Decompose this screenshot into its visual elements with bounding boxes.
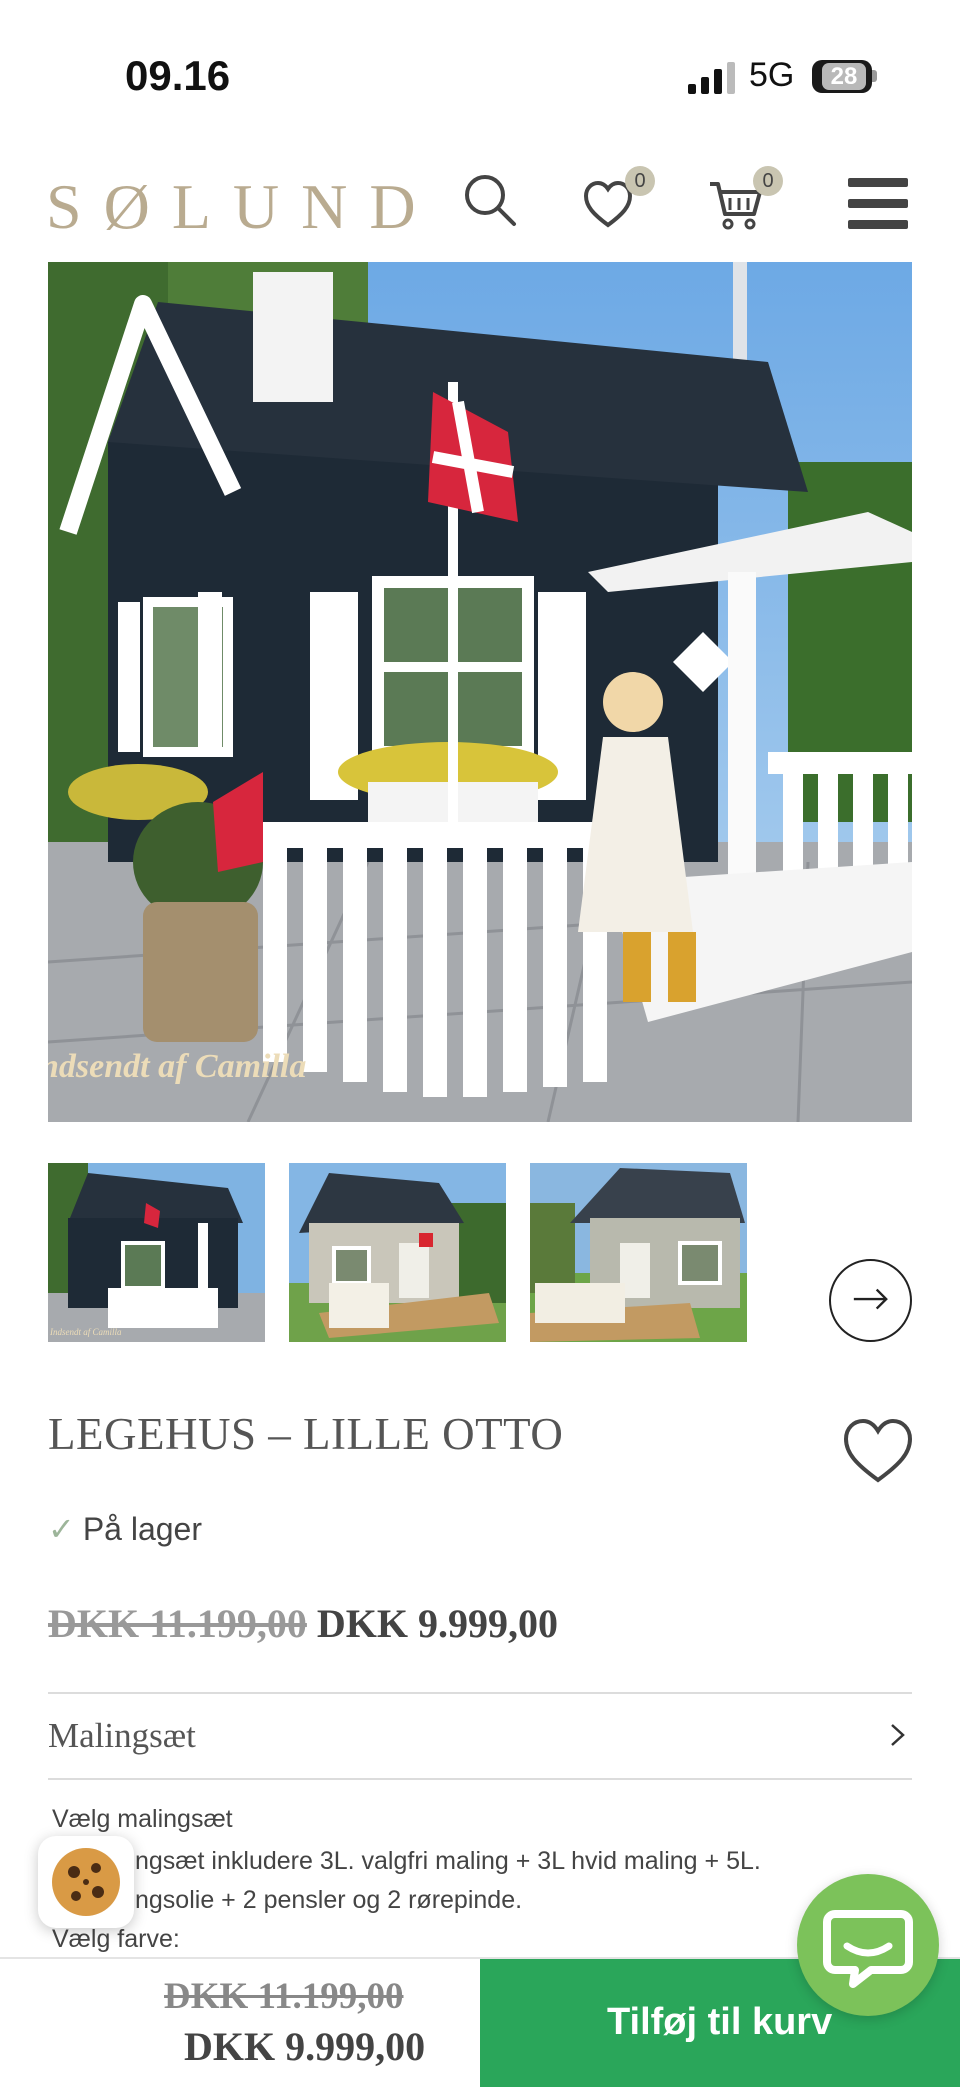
status-bar: 09.16 5G 28 (0, 0, 960, 150)
stock-status: ✓ På lager (48, 1510, 202, 1548)
playhouse-photo: ndsendt af Camilla (48, 262, 912, 1122)
thumbnail-3[interactable] (530, 1163, 747, 1342)
choose-paint-kit-label: Vælg malingsæt (52, 1805, 233, 1833)
product-price: DKK 11.199,00 DKK 9.999,00 (48, 1600, 558, 1647)
chevron-right-icon (891, 1724, 905, 1746)
wishlist-count-badge: 0 (625, 166, 655, 196)
chat-bubble-icon (823, 1910, 913, 1988)
stock-label: På lager (82, 1511, 202, 1547)
network-type: 5G (749, 56, 795, 94)
cookie-settings-button[interactable] (38, 1836, 134, 1928)
site-header: SØLUND 0 0 (0, 150, 960, 262)
sale-price: DKK 9.999,00 (316, 1601, 559, 1646)
accordion-label: Malingsæt (48, 1716, 196, 1755)
gallery-next-button[interactable] (829, 1259, 912, 1342)
thumbnail-1[interactable]: Indsendt af Camilla (48, 1163, 265, 1342)
thumbnail-2[interactable] (289, 1163, 506, 1342)
paint-kit-description-line: ngsæt inkludere 3L. valgfri maling + 3L … (135, 1847, 761, 1875)
signal-icon (688, 62, 735, 94)
paint-kit-accordion[interactable]: Malingsæt (48, 1694, 912, 1778)
arrow-right-icon (853, 1288, 888, 1310)
live-chat-button[interactable] (797, 1874, 939, 2016)
paint-kit-description-line: ngsolie + 2 pensler og 2 rørepinde. (135, 1886, 523, 1914)
old-price: DKK 11.199,00 (48, 1601, 307, 1646)
battery-level: 28 (822, 63, 866, 90)
choose-color-label: Vælg farve: (52, 1925, 180, 1953)
checkmark-icon: ✓ (48, 1511, 75, 1547)
divider (48, 1778, 912, 1780)
brand-logo[interactable]: SØLUND (46, 170, 438, 244)
product-title: LEGEHUS – LILLE OTTO (48, 1409, 564, 1459)
add-to-wishlist-heart-icon[interactable] (842, 1418, 914, 1484)
battery-nub (872, 70, 877, 82)
sticky-price: DKK 9.999,00 (184, 2024, 426, 2069)
cookie-icon (52, 1848, 120, 1916)
hamburger-menu-icon[interactable] (848, 176, 908, 232)
search-icon[interactable] (460, 170, 520, 230)
photo-credit-caption: ndsendt af Camilla (48, 1048, 306, 1085)
cart-count-badge: 0 (753, 166, 783, 196)
status-time: 09.16 (125, 52, 231, 99)
thumbnail-strip: Indsendt af Camilla (48, 1163, 912, 1343)
product-main-image[interactable]: ndsendt af Camilla (48, 262, 912, 1122)
battery-icon: 28 (812, 60, 872, 93)
thumbnail-caption: Indsendt af Camilla (49, 1327, 122, 1337)
sticky-old-price: DKK 11.199,00 (164, 1976, 404, 2017)
